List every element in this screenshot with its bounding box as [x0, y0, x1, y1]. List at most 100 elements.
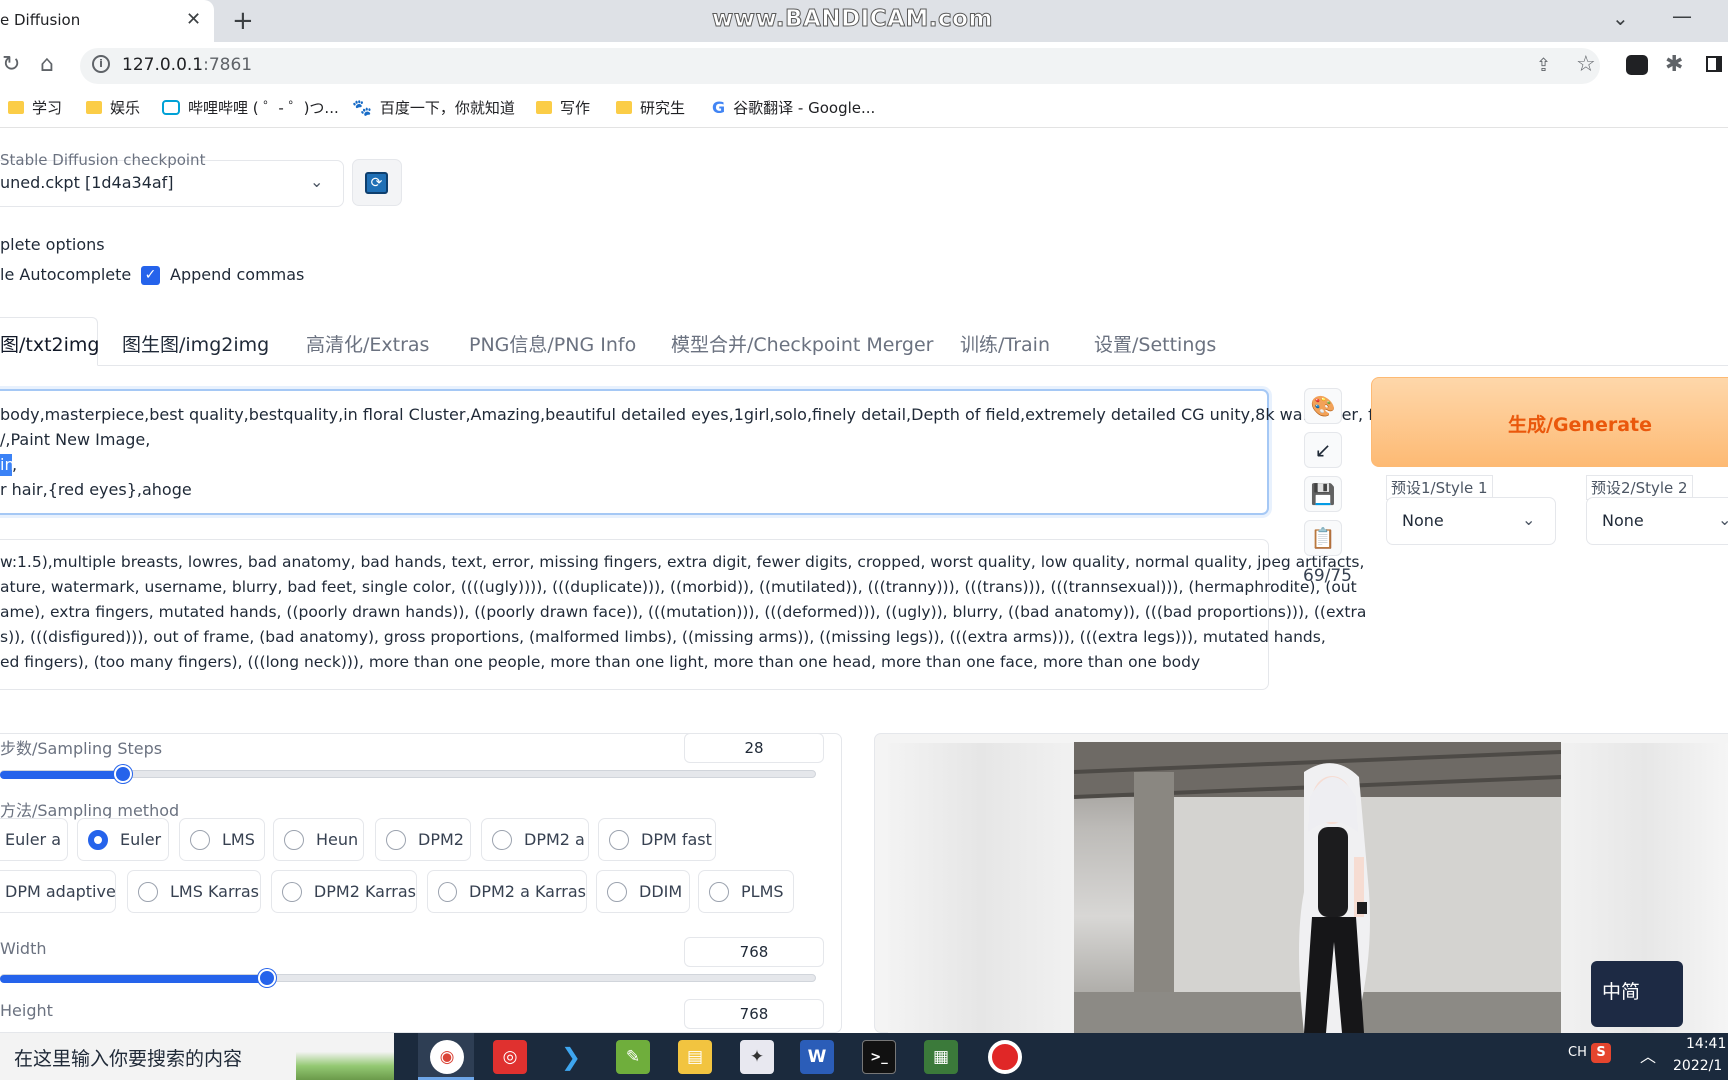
save-style-button[interactable]: 💾	[1304, 476, 1342, 512]
puzzle-extensions-icon[interactable]: ✱	[1665, 52, 1683, 77]
bookmark-writing[interactable]: 写作	[536, 97, 590, 118]
reload-icon[interactable]: ↻	[2, 52, 20, 77]
prompt-line: body,masterpiece,best quality,bestqualit…	[0, 405, 1393, 424]
bookmark-label: 学习	[32, 99, 63, 117]
anime-app-icon[interactable]: ✦	[740, 1040, 774, 1074]
clock-time[interactable]: 14:41	[1686, 1036, 1726, 1052]
width-input[interactable]: 768	[684, 937, 824, 967]
token-counter: 69/75	[1303, 566, 1352, 586]
radio-dpm-fast[interactable]: DPM fast	[598, 818, 716, 861]
radio-ddim[interactable]: DDIM	[596, 870, 690, 913]
palette-button[interactable]: 🎨	[1304, 388, 1342, 424]
photo-app-icon[interactable]: ▦	[924, 1040, 958, 1074]
bookmark-label: 研究生	[640, 99, 686, 117]
side-panel-icon[interactable]	[1706, 56, 1722, 72]
sampling-steps-fill	[0, 771, 125, 779]
autocomplete-options-title: plete options	[0, 235, 105, 254]
netease-music-icon[interactable]: ◎	[493, 1040, 527, 1074]
bookmark-bilibili[interactable]: 哔哩哔哩 ( ゜- ゜)つ...	[162, 97, 339, 118]
prompt-line: r hair,{red eyes},ahoge	[0, 480, 192, 499]
bookmark-label: 写作	[560, 99, 591, 117]
browser-tab-title: e Diffusion	[0, 11, 81, 29]
radio-dpm2[interactable]: DPM2	[375, 818, 471, 861]
bookmark-entertainment[interactable]: 娱乐	[86, 97, 140, 118]
radio-euler[interactable]: Euler	[77, 818, 169, 861]
bookmark-baidu[interactable]: 🐾 百度一下，你就知道	[352, 97, 515, 118]
radio-label: Heun	[316, 830, 359, 849]
site-info-icon[interactable]: i	[92, 55, 110, 73]
bandicam-watermark: www.BANDICAM.com	[712, 6, 993, 33]
bookmark-study[interactable]: 学习	[8, 97, 62, 118]
radio-dpm-adaptive[interactable]: DPM adaptive	[0, 870, 116, 913]
apply-style-button[interactable]: 📋	[1304, 520, 1342, 556]
sogou-ime-icon[interactable]: S	[1591, 1043, 1611, 1063]
bookmark-label: 百度一下，你就知道	[379, 99, 515, 117]
radio-dpm2-karras[interactable]: DPM2 Karras	[271, 870, 417, 913]
address-bar[interactable]	[80, 48, 1600, 84]
generated-image[interactable]	[1074, 742, 1561, 1033]
radio-dpm2-a[interactable]: DPM2 a	[481, 818, 589, 861]
bookmark-star-icon[interactable]: ☆	[1576, 52, 1596, 77]
bookmark-google-translate[interactable]: G 谷歌翻译 - Google...	[712, 97, 875, 118]
tab-checkpoint-merger[interactable]: 模型合并/Checkpoint Merger	[671, 330, 933, 357]
chevron-down-icon: ⌄	[1718, 510, 1728, 529]
height-input[interactable]: 768	[684, 999, 824, 1029]
style1-value: None	[1402, 511, 1444, 530]
refresh-icon: ⟳	[365, 172, 388, 194]
image-editor-icon[interactable]: ✎	[616, 1040, 650, 1074]
radio-dot	[386, 829, 406, 850]
folder-icon	[536, 101, 552, 114]
search-decoration-image	[296, 1033, 394, 1080]
input-language-indicator[interactable]: CH	[1568, 1045, 1587, 1060]
radio-plms[interactable]: PLMS	[698, 870, 794, 913]
radio-label: DPM adaptive	[5, 882, 116, 901]
tab-txt2img[interactable]: 图/txt2img	[0, 330, 99, 357]
radio-dpm2-a-karras[interactable]: DPM2 a Karras	[427, 870, 587, 913]
radio-label: DPM fast	[641, 830, 712, 849]
tray-expand-icon[interactable]: ︿	[1640, 1043, 1656, 1067]
radio-label: DPM2 a	[524, 830, 585, 849]
read-params-button[interactable]: ↙	[1304, 432, 1342, 468]
tab-train[interactable]: 训练/Train	[960, 330, 1050, 357]
tab-settings[interactable]: 设置/Settings	[1094, 330, 1216, 357]
negative-prompt-line: w:1.5),multiple breasts, lowres, bad ana…	[0, 553, 1365, 571]
radio-lms-karras[interactable]: LMS Karras	[127, 870, 261, 913]
file-explorer-icon[interactable]: ▤	[678, 1040, 712, 1074]
ime-mode-text: 中简	[1602, 981, 1641, 1003]
tab-extras[interactable]: 高清化/Extras	[306, 330, 429, 357]
width-thumb[interactable]	[258, 969, 276, 987]
radio-euler-a[interactable]: Euler a	[0, 818, 68, 861]
radio-label: PLMS	[741, 882, 784, 901]
extension-icon[interactable]	[1626, 55, 1648, 75]
new-tab-icon[interactable]: +	[232, 6, 254, 36]
prompt-line: /,Paint New Image,	[0, 430, 151, 449]
sampling-steps-input[interactable]: 28	[684, 733, 824, 763]
tabs-divider	[0, 365, 1728, 366]
negative-prompt-line: ed fingers), (too many fingers), (((long…	[0, 653, 1201, 671]
share-icon[interactable]: ⇪	[1536, 55, 1551, 76]
append-commas-label[interactable]: Append commas	[170, 265, 304, 284]
url-port: :7861	[203, 55, 253, 75]
enable-autocomplete-label[interactable]: le Autocomplete	[0, 265, 131, 284]
sampling-steps-thumb[interactable]	[114, 765, 132, 783]
bookmark-graduate[interactable]: 研究生	[616, 97, 685, 118]
radio-lms[interactable]: LMS	[179, 818, 265, 861]
clock-date[interactable]: 2022/1	[1673, 1058, 1722, 1074]
minimize-window-icon[interactable]: —	[1672, 4, 1692, 28]
terminal-icon[interactable]: >_	[862, 1040, 896, 1074]
home-icon[interactable]: ⌂	[40, 52, 54, 77]
tab-search-chevron-icon[interactable]: ⌄	[1612, 6, 1629, 30]
radio-label: LMS	[222, 830, 255, 849]
word-icon[interactable]: W	[800, 1040, 834, 1074]
tab-png-info[interactable]: PNG信息/PNG Info	[469, 330, 636, 357]
vscode-icon[interactable]: ❯	[554, 1040, 588, 1074]
close-tab-icon[interactable]: ✕	[186, 9, 201, 30]
chrome-icon[interactable]: ◉	[430, 1040, 464, 1074]
radio-heun[interactable]: Heun	[273, 818, 364, 861]
palette-icon: 🎨	[1310, 394, 1336, 418]
tab-img2img[interactable]: 图生图/img2img	[122, 330, 269, 357]
bandicam-record-icon[interactable]	[988, 1040, 1022, 1074]
folder-icon	[8, 101, 24, 114]
url-text[interactable]: 127.0.0.1:7861	[122, 55, 252, 75]
append-commas-checkbox[interactable]: ✓	[141, 266, 160, 285]
